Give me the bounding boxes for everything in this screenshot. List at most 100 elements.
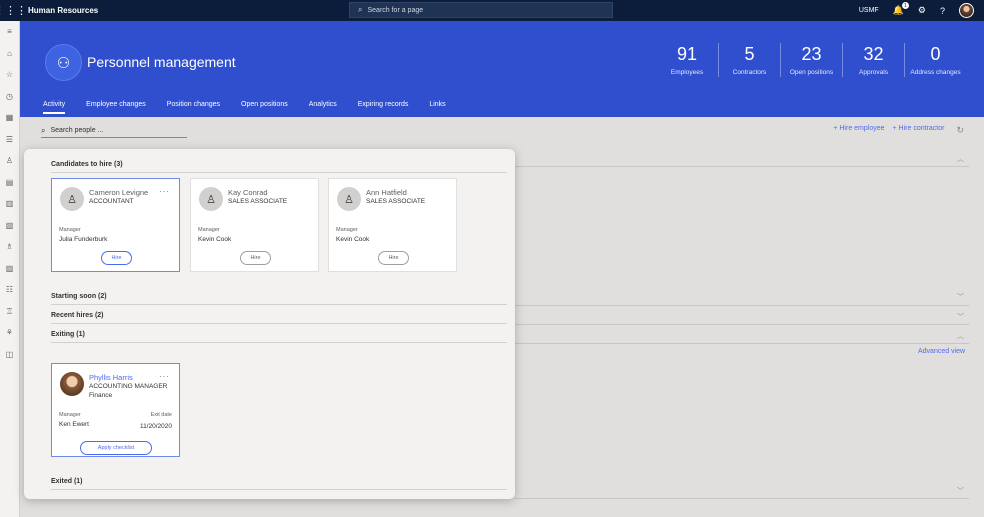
more-options-icon[interactable]: ··· bbox=[159, 187, 170, 196]
chevron-down-icon[interactable]: ﹀ bbox=[957, 312, 964, 322]
manager-name: Kevin Cook bbox=[336, 236, 370, 243]
document-icon[interactable]: ▤ bbox=[0, 172, 19, 194]
exit-date-value: 11/20/2020 bbox=[139, 423, 172, 430]
tile-label: Employees bbox=[670, 69, 704, 76]
exiting-employee-card[interactable]: Phyllis Harris ACCOUNTING MANAGER Financ… bbox=[51, 363, 180, 457]
tile-approvals[interactable]: 32 Approvals bbox=[842, 43, 904, 77]
document-person-icon[interactable]: ▥ bbox=[0, 193, 19, 215]
section-recent-hires[interactable]: Recent hires (2) bbox=[51, 312, 507, 324]
manager-label: Manager bbox=[336, 227, 358, 233]
more-options-icon[interactable]: ··· bbox=[159, 372, 170, 381]
people-search-input[interactable]: ⌕ Search people ... bbox=[41, 124, 187, 138]
divider bbox=[515, 498, 969, 499]
toolbar-actions: + Hire employee + Hire contractor ↻ bbox=[833, 125, 964, 136]
employee-photo bbox=[60, 372, 84, 396]
recent-icon[interactable]: ◷ bbox=[0, 86, 19, 108]
summary-tiles: 91 Employees 5 Contractors 23 Open posit… bbox=[656, 43, 966, 77]
tile-value: 5 bbox=[744, 44, 755, 64]
tile-label: Address changes bbox=[910, 69, 961, 76]
person-icon: ♙ bbox=[337, 187, 361, 211]
manager-name: Kevin Cook bbox=[198, 236, 232, 243]
tab-open-positions[interactable]: Open positions bbox=[241, 101, 288, 114]
person-add-icon[interactable]: ♖ bbox=[0, 301, 19, 323]
org-icon[interactable]: ▧ bbox=[0, 215, 19, 237]
settings-gear-icon[interactable]: ⚙ bbox=[918, 5, 926, 16]
page-search-input[interactable]: ⌕ Search for a page bbox=[349, 2, 613, 18]
favorites-icon[interactable]: ☆ bbox=[0, 64, 19, 86]
candidate-card[interactable]: ♙ Kay Conrad SALES ASSOCIATE Manager Kev… bbox=[190, 178, 319, 272]
app-title[interactable]: Human Resources bbox=[28, 6, 98, 15]
app-launcher-icon[interactable]: ⋮⋮⋮ bbox=[0, 0, 27, 21]
candidate-name: Ann Hatfield bbox=[366, 188, 407, 197]
workspace-header: ⚇ Personnel management 91 Employees 5 Co… bbox=[20, 21, 984, 117]
chevron-up-icon[interactable]: ︿ bbox=[957, 154, 964, 164]
divider bbox=[515, 305, 969, 306]
help-icon[interactable]: ? bbox=[940, 6, 945, 16]
home-icon[interactable]: ⌂ bbox=[0, 43, 19, 65]
tile-value: 23 bbox=[801, 44, 822, 64]
employee-name[interactable]: Phyllis Harris bbox=[89, 373, 133, 382]
candidate-role: SALES ASSOCIATE bbox=[228, 198, 288, 205]
notification-badge: 1 bbox=[901, 2, 909, 9]
section-exited[interactable]: Exited (1) bbox=[51, 478, 507, 490]
employee-role: ACCOUNTING MANAGER bbox=[89, 383, 168, 390]
manager-name: Julia Funderburk bbox=[59, 236, 108, 243]
modules-icon[interactable]: ☰ bbox=[0, 129, 19, 151]
notifications-icon[interactable]: 🔔 1 bbox=[893, 2, 909, 16]
tab-position-changes[interactable]: Position changes bbox=[167, 101, 220, 114]
hire-button[interactable]: Hire bbox=[240, 251, 271, 265]
activity-panel: Candidates to hire (3) ♙ Cameron Levigne… bbox=[24, 149, 515, 499]
company-picker[interactable]: USMF bbox=[859, 7, 879, 14]
manager-label: Manager bbox=[198, 227, 220, 233]
hire-button[interactable]: Hire bbox=[101, 251, 132, 265]
tile-value: 32 bbox=[863, 44, 884, 64]
exit-date-label: Exit date bbox=[150, 412, 172, 418]
section-candidates-to-hire[interactable]: Candidates to hire (3) bbox=[51, 161, 507, 173]
team-icon[interactable]: ♗ bbox=[0, 236, 19, 258]
user-avatar[interactable] bbox=[959, 3, 974, 18]
divider bbox=[515, 343, 969, 344]
apply-checklist-button[interactable]: Apply checklist bbox=[80, 441, 152, 455]
tab-expiring-records[interactable]: Expiring records bbox=[358, 101, 409, 114]
list-icon[interactable]: ☷ bbox=[0, 279, 19, 301]
page-title: Personnel management bbox=[87, 54, 236, 70]
chevron-up-icon[interactable]: ︿ bbox=[957, 331, 964, 341]
person-icon[interactable]: ♙ bbox=[0, 150, 19, 172]
candidate-role: SALES ASSOCIATE bbox=[366, 198, 426, 205]
workspaces-icon[interactable]: ▦ bbox=[0, 107, 19, 129]
manager-name: Ken Ewert bbox=[59, 421, 89, 428]
tile-contractors[interactable]: 5 Contractors bbox=[718, 43, 780, 77]
tab-analytics[interactable]: Analytics bbox=[309, 101, 337, 114]
tab-employee-changes[interactable]: Employee changes bbox=[86, 101, 146, 114]
tile-value: 91 bbox=[676, 44, 698, 64]
hire-button[interactable]: Hire bbox=[378, 251, 409, 265]
hamburger-menu-icon[interactable]: ≡ bbox=[0, 21, 19, 43]
advanced-view-link[interactable]: Advanced view bbox=[918, 348, 965, 355]
section-exiting[interactable]: Exiting (1) bbox=[51, 331, 507, 343]
top-nav-bar: ⋮⋮⋮ Human Resources ⌕ Search for a page … bbox=[0, 0, 984, 21]
tile-employees[interactable]: 91 Employees bbox=[656, 43, 718, 77]
hire-employee-button[interactable]: + Hire employee bbox=[833, 125, 884, 136]
calendar-icon[interactable]: ▨ bbox=[0, 258, 19, 280]
top-right-controls: USMF 🔔 1 ⚙ ? bbox=[859, 0, 974, 21]
hire-contractor-button[interactable]: + Hire contractor bbox=[893, 125, 945, 136]
workspace-tabs: Activity Employee changes Position chang… bbox=[43, 101, 467, 114]
tile-open-positions[interactable]: 23 Open positions bbox=[780, 43, 842, 77]
chat-icon[interactable]: ◫ bbox=[0, 344, 19, 366]
chevron-down-icon[interactable]: ﹀ bbox=[957, 292, 964, 302]
people-search-placeholder: Search people ... bbox=[50, 127, 104, 134]
tile-label: Contractors bbox=[732, 69, 767, 76]
candidate-name: Cameron Levigne bbox=[89, 188, 149, 197]
hierarchy-icon[interactable]: ⚘ bbox=[0, 322, 19, 344]
refresh-icon[interactable]: ↻ bbox=[956, 125, 964, 136]
candidate-card[interactable]: ♙ Ann Hatfield SALES ASSOCIATE Manager K… bbox=[328, 178, 457, 272]
tab-activity[interactable]: Activity bbox=[43, 101, 66, 114]
divider bbox=[515, 324, 969, 325]
tab-links[interactable]: Links bbox=[429, 101, 445, 114]
chevron-down-icon[interactable]: ﹀ bbox=[957, 486, 964, 496]
tile-label: Open positions bbox=[789, 69, 834, 76]
tile-label: Approvals bbox=[859, 69, 888, 76]
tile-address-changes[interactable]: 0 Address changes bbox=[904, 43, 966, 77]
section-starting-soon[interactable]: Starting soon (2) bbox=[51, 293, 507, 305]
candidate-card[interactable]: ♙ Cameron Levigne ACCOUNTANT ··· Manager… bbox=[51, 178, 180, 272]
